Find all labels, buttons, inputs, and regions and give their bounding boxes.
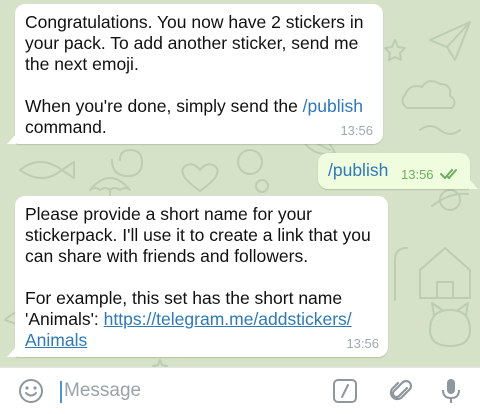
message-text-line: 'Animals': [25,309,104,329]
bubble-tail [469,179,478,189]
bubble-tail [7,134,16,144]
chat-area[interactable]: Congratulations. You now have 2 stickers… [0,0,480,367]
message-text-line: command. [25,117,107,137]
text-cursor [60,381,62,403]
publish-command-link[interactable]: /publish [303,96,363,116]
message-text-line: stickerpack. I'll use it to create a lin… [25,225,371,245]
incoming-message-bubble[interactable]: Please provide a short name for your sti… [7,196,388,357]
message-timestamp: 13:56 [346,336,379,351]
double-check-icon [440,169,457,179]
message-text-line: the next emoji. [25,54,139,74]
bubble-tail [7,347,16,357]
microphone-icon[interactable] [436,376,466,406]
addstickers-link-continued[interactable]: Animals [25,330,87,350]
emoji-icon[interactable] [16,376,46,406]
message-timestamp: 13:56 [340,123,373,138]
message-text-line: Congratulations. You now have 2 stickers… [25,12,364,32]
addstickers-link[interactable]: https://telegram.me/addstickers/ [104,309,352,329]
outgoing-message-text: /publish [328,160,389,180]
message-timestamp: 13:56 [401,167,434,182]
attach-icon[interactable] [386,376,416,406]
message-text-line: Please provide a short name for your [25,204,312,224]
outgoing-message-bubble[interactable]: /publish 13:56 [318,153,478,189]
message-composer [0,367,480,414]
message-text-line: For example, this set has the short name [25,288,343,308]
incoming-message-bubble[interactable]: Congratulations. You now have 2 stickers… [7,4,383,144]
bot-command-icon[interactable] [330,376,360,406]
message-text-line: can share with friends and followers. [25,246,309,266]
message-text-line: your pack. To add another sticker, send … [25,33,359,53]
message-text-line: When you're done, simply send the [25,96,303,116]
message-input[interactable] [64,376,314,406]
